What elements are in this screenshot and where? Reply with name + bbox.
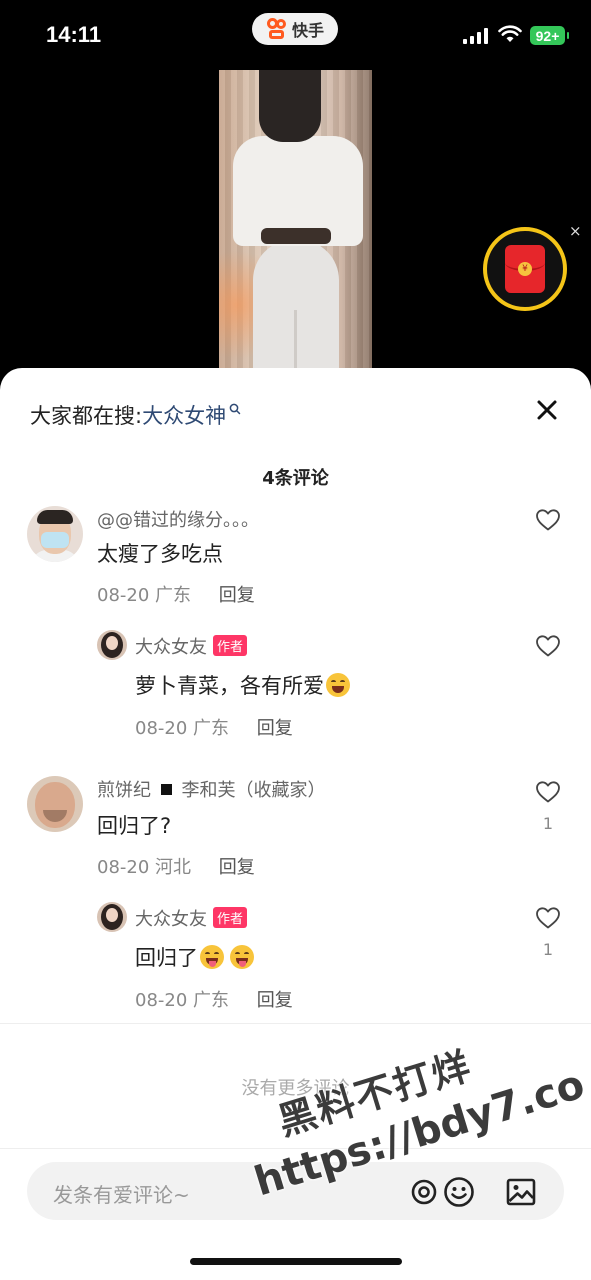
comment-meta: 08-20 河北 回复 — [97, 853, 255, 879]
comment-username: 煎饼纪 — [97, 780, 151, 801]
like-heart-icon[interactable] — [535, 634, 561, 658]
red-envelope-icon: ¥ — [505, 245, 545, 293]
video-player[interactable] — [219, 70, 372, 370]
cellular-signal-icon — [463, 28, 488, 44]
comment-text[interactable]: 回归了? — [97, 810, 171, 840]
comment-date: 08-20 — [135, 990, 188, 1011]
reply-button[interactable]: 回复 — [219, 857, 255, 878]
winking-tongue-emoji-icon — [230, 945, 254, 969]
comment-username[interactable]: 大众女友 — [135, 909, 207, 930]
like-count: 1 — [542, 814, 554, 833]
comment-location: 河北 — [155, 857, 192, 878]
reply-button[interactable]: 回复 — [257, 990, 293, 1011]
comment-location: 广东 — [155, 585, 192, 606]
comment-date: 08-20 — [135, 718, 188, 739]
at-mention-icon[interactable] — [409, 1177, 439, 1207]
red-envelope-button[interactable]: ¥ — [483, 227, 567, 311]
comment-input-placeholder[interactable]: 发条有爱评论~ — [53, 1179, 190, 1208]
search-icon — [229, 403, 241, 415]
comment-username[interactable]: @@错过的缘分。。。 — [97, 506, 259, 532]
trending-search[interactable]: 大家都在搜: 大众女神 — [30, 400, 241, 430]
author-avatar[interactable] — [97, 630, 127, 660]
comment-date: 08-20 — [97, 585, 150, 606]
app-name: 快手 — [291, 21, 324, 40]
comment-username-row: 大众女友 作者 — [135, 633, 248, 659]
comment-meta: 08-20 广东 回复 — [135, 714, 293, 740]
wifi-icon — [498, 25, 522, 42]
comment-username-row[interactable]: 煎饼纪 李和芙（收藏家） — [97, 776, 325, 802]
comment-date: 08-20 — [97, 857, 150, 878]
trending-search-term[interactable]: 大众女神 — [142, 400, 226, 430]
avatar[interactable] — [27, 776, 83, 832]
comment-text[interactable]: 太瘦了多吃点 — [97, 538, 223, 568]
like-heart-icon[interactable] — [535, 906, 561, 930]
reply-button[interactable]: 回复 — [219, 585, 255, 606]
like-count: 1 — [542, 940, 554, 959]
home-indicator[interactable] — [190, 1258, 402, 1265]
comment-text-row[interactable]: 回归了 — [135, 942, 254, 972]
comment-text: 萝卜青菜，各有所爱 — [135, 674, 324, 698]
status-time: 14:11 — [46, 22, 102, 47]
emoji-icon[interactable] — [443, 1176, 475, 1208]
like-heart-icon[interactable] — [535, 780, 561, 804]
app-return-pill[interactable]: 快手 — [252, 13, 338, 45]
red-envelope-close-icon[interactable]: × — [569, 222, 582, 240]
trending-search-prefix: 大家都在搜: — [30, 404, 143, 428]
status-bar: 14:11 快手 92+ — [0, 0, 591, 70]
close-icon[interactable] — [535, 398, 559, 422]
image-icon[interactable] — [505, 1176, 537, 1208]
battery-indicator: 92+ — [530, 26, 569, 45]
comment-meta: 08-20 广东 回复 — [97, 581, 255, 607]
author-badge: 作者 — [213, 635, 248, 656]
comment-count: 4条评论 — [262, 468, 329, 489]
black-square-icon — [160, 784, 172, 795]
winking-tongue-emoji-icon — [200, 945, 224, 969]
like-heart-icon[interactable] — [535, 508, 561, 532]
reply-button[interactable]: 回复 — [257, 718, 293, 739]
comment-location: 广东 — [193, 718, 230, 739]
comment-text: 回归了 — [135, 946, 198, 970]
author-avatar[interactable] — [97, 902, 127, 932]
kuaishou-logo-icon — [266, 18, 288, 40]
comment-location: 广东 — [193, 990, 230, 1011]
author-badge: 作者 — [213, 907, 248, 928]
comment-username-row: 大众女友 作者 — [135, 905, 248, 931]
avatar[interactable] — [27, 506, 83, 562]
comment-meta: 08-20 广东 回复 — [135, 986, 293, 1012]
laughing-tears-emoji-icon — [326, 673, 350, 697]
comment-username[interactable]: 大众女友 — [135, 637, 207, 658]
comment-text-row[interactable]: 萝卜青菜，各有所爱 — [135, 670, 350, 700]
comment-username-suffix: 李和芙（收藏家） — [181, 780, 326, 801]
